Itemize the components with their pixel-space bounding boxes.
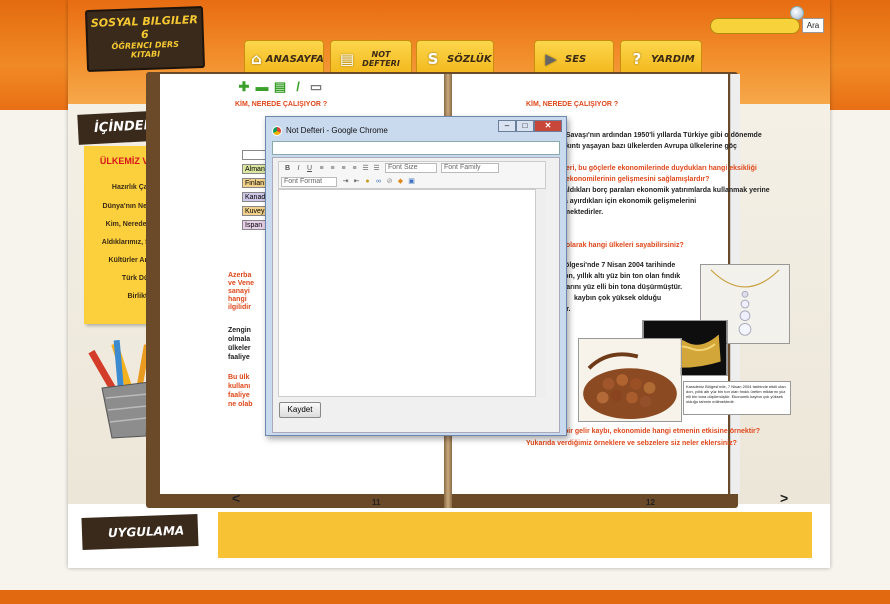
right-question-3b: Yukarıda verdiğimiz örneklere ve sebzele… [526,440,737,447]
justify-icon[interactable]: ≡ [350,164,359,173]
bold-icon[interactable]: B [283,164,292,173]
page-toolbar: ✚ ▬ ▤ / ▭ [237,80,323,94]
next-page-arrow-icon[interactable]: > [780,490,788,506]
prev-page-arrow-icon[interactable]: < [232,490,240,506]
link-icon[interactable]: ∞ [374,177,383,186]
right-page-title: KİM, NEREDE ÇALIŞIYOR ? [526,101,619,108]
editor-scrollbar[interactable] [535,189,546,397]
nav-label: YARDIM [651,53,695,65]
photo-caption: Karadeniz Bölgesi'nde, 7 Nisan 2004 tari… [683,381,791,415]
s-letter-icon: S [427,50,439,68]
hazelnut-photo [578,338,682,422]
text-line: , aldıkları borç paraları ekonomik yatır… [560,187,770,194]
image-icon[interactable]: ◆ [396,177,405,186]
right-page-number: 12 [646,498,655,507]
text-line: sıkıntı yaşayan bazı ülkelerden Avrupa ü… [560,143,737,150]
text-line: don, yıllık altı yüz bin ton olan fındık [560,273,681,280]
nav-label: NOT DEFTERI [362,50,400,68]
question-icon: ? [632,50,642,68]
minimize-button[interactable]: – [498,120,516,132]
text-line: emektedirler. [560,209,604,216]
nav-label: SÖZLÜK [447,53,492,65]
font-format-select[interactable]: Font Format [281,177,337,187]
text-line: ilgilidir [228,304,251,311]
book-logo: SOSYAL BILGILER 6 ÖĞRENCI DERS KITABI [84,5,206,73]
text-line: kaybın çok yüksek olduğu [574,295,662,302]
text-line: r. [560,152,792,163]
left-page-title: KİM, NEREDE ÇALIŞIYOR ? [235,101,328,108]
text-line: ya ayırdıkları için ekonomik gelişmeleri… [560,198,697,205]
unlink-icon[interactable]: ⊘ [385,177,394,186]
minus-icon[interactable]: ▬ [255,80,269,94]
search-input[interactable] [710,18,800,34]
popup-body: B I U ≡ ≡ ≡ ≡ ☰ ☰ Font Size Font Family … [272,157,560,433]
logo-line1: SOSYAL BILGILER 6 [90,13,199,42]
editor-textarea[interactable] [278,189,546,397]
editor-toolbar: B I U ≡ ≡ ≡ ≡ ☰ ☰ Font Size Font Family … [278,161,546,189]
font-size-select[interactable]: Font Size [385,163,437,173]
underline-icon[interactable]: U [305,164,314,173]
left-page-number: 11 [372,498,381,507]
align-center-icon[interactable]: ≡ [328,164,337,173]
popup-address-bar[interactable] [272,141,560,155]
notebook-icon: ▤ [339,50,355,68]
bullet-list-icon[interactable]: ☰ [361,164,370,173]
notebook-popup-window: Not Defteri - Google Chrome – □ ✕ B I U … [265,116,567,436]
text-line: e ekonomilerinin gelişmesini sağlamışlar… [560,176,710,183]
popup-title: Not Defteri - Google Chrome [286,126,388,135]
text-line: Bölgesi'nde 7 Nisan 2004 tarihinde [560,262,676,269]
italic-icon[interactable]: I [294,164,303,173]
text-line: a Savaşı'nın ardından 1950'li yıllarda T… [560,132,762,139]
html-icon[interactable]: ▣ [407,177,416,186]
play-icon: ▶ [545,50,557,68]
right-paragraph-3: Bölgesi'nde 7 Nisan 2004 tarihinde don, … [560,260,698,315]
outdent-icon[interactable]: ⇤ [352,177,361,186]
maximize-button[interactable]: □ [516,120,534,132]
font-family-select[interactable]: Font Family [441,163,499,173]
text-line: faaliye [228,354,250,361]
left-question-2: Bu ülk kullanı faaliye ne olab [228,372,253,410]
print-icon[interactable]: ▭ [309,80,323,94]
note-icon[interactable]: ▤ [273,80,287,94]
left-question-1: Azerba ve Vene sanayi hangi ilgilidir [228,270,254,313]
align-left-icon[interactable]: ≡ [317,164,326,173]
right-question-2: k olarak hangi ülkeleri sayabilirsiniz? [560,242,684,249]
chrome-icon [272,126,282,136]
search-button[interactable]: Ara [802,18,824,33]
text-line: ne olab [228,401,253,408]
uygulama-bar [218,512,812,558]
save-button[interactable]: Kaydet [279,402,321,418]
bottom-background-band [0,590,890,604]
right-paragraph-1: a Savaşı'nın ardından 1950'li yıllarda T… [560,130,792,218]
color-icon[interactable]: ● [363,177,372,186]
numbered-list-icon[interactable]: ☰ [372,164,381,173]
nav-label: SES [565,53,587,65]
nav-label: ANASAYFA [265,53,324,65]
indent-icon[interactable]: ⇥ [341,177,350,186]
close-button[interactable]: ✕ [534,120,562,132]
right-question-3a: bir gelir kaybı, ekonomide hangi etmenin… [564,428,761,435]
home-icon: ⌂ [251,50,262,68]
plus-icon[interactable]: ✚ [237,80,251,94]
text-line: eleri, bu göçlerle ekonomilerinde duyduk… [560,165,757,172]
uygulama-label[interactable]: UYGULAMA [81,513,199,551]
align-right-icon[interactable]: ≡ [339,164,348,173]
text-line: dır. [560,304,698,315]
text-line: ktarını yüz elli bin tona düşürmüştür. [560,284,683,291]
pen-icon[interactable]: / [291,80,305,94]
left-paragraph: Zengin olmala ülkeler faaliye [228,325,251,363]
